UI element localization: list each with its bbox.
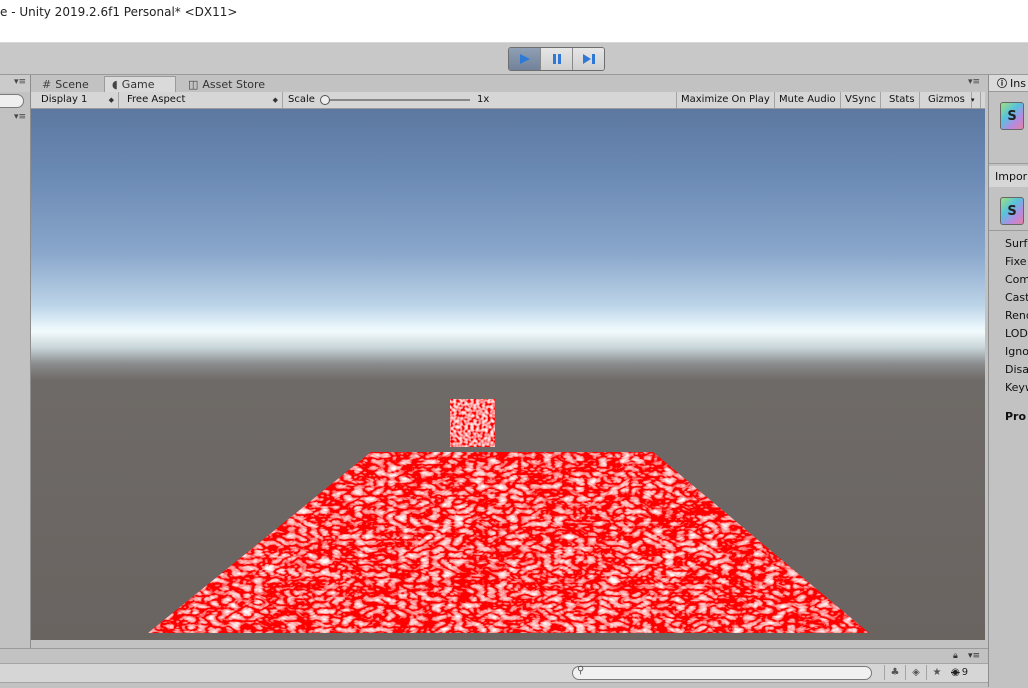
shader-letter: S [1007,108,1017,124]
dropdown-arrow-icon: ◆ [108,96,114,104]
tab-inspector-label: Ins [1010,77,1026,90]
play-icon [519,54,530,64]
shapes-icon: ♣ [890,667,900,678]
window-title: e - Unity 2019.2.6f1 Personal* <DX11> [0,5,238,19]
play-button[interactable] [509,48,541,70]
playback-controls [508,47,605,71]
game-view[interactable] [31,109,985,640]
pacman-icon: ◖ [112,78,118,91]
scale-label: Scale [288,94,315,105]
property-label: Rend [1005,309,1028,322]
info-icon: ⓘ [997,79,1007,90]
mute-audio-toggle[interactable]: Mute Audio [775,92,841,108]
favorites-button[interactable]: ★ [926,665,947,680]
hierarchy-header: ▾≡ [0,75,30,92]
property-label: Igno [1005,345,1028,358]
main-toolbar [0,43,1028,107]
properties-section-title: Pro [1005,410,1027,423]
panel-menu-icon[interactable]: ▾≡ [968,651,980,661]
gizmos-dropdown-arrow[interactable]: ▾ [969,92,981,108]
ground-plane [148,452,869,633]
pause-icon [552,54,561,64]
lock-icon[interactable]: 🔒︎ [953,651,958,661]
property-label: LOD [1005,327,1028,340]
aspect-dropdown[interactable]: Free Aspect ◆ [123,92,283,108]
property-label: Com [1005,273,1028,286]
tab-scene-label: Scene [55,77,89,91]
hidden-packages-toggle[interactable]: ◉ 9 [951,665,968,680]
property-label: Cast [1005,291,1028,304]
tab-game[interactable]: ◖ Game [104,76,176,92]
maximize-on-play-toggle[interactable]: Maximize On Play [676,92,775,108]
inspector-panel: ⓘIns S Impor S Surf Fixe Com Cast Rend L… [988,75,1028,687]
property-label: Disa [1005,363,1028,376]
panel-menu-icon[interactable]: ▾≡ [968,77,980,87]
project-search-input[interactable]: ⚲ [572,665,872,680]
project-panel: 🔒︎ ▾≡ ⚲ ♣ ◈ ★ ◉ 9 [0,648,988,688]
stats-toggle[interactable]: Stats [885,92,920,108]
aspect-label: Free Aspect [127,94,186,105]
star-icon: ★ [932,667,942,678]
tab-asset-store[interactable]: ◫ Asset Store [181,76,272,92]
game-toolbar: Display 1 ◆ Free Aspect ◆ Scale 1x Maxim… [31,92,985,109]
scale-value: 1x [477,94,490,105]
scale-slider-thumb[interactable] [320,95,330,105]
hidden-count: 9 [961,667,969,678]
tab-scene[interactable]: # Scene [35,76,96,92]
tab-game-label: Game [121,78,155,91]
imported-object-header: Impor [989,166,1028,187]
pause-button[interactable] [541,48,573,70]
step-button[interactable] [573,48,604,70]
scale-slider-track[interactable] [324,99,470,101]
tab-asset-store-label: Asset Store [202,77,266,91]
hierarchy-search-input[interactable] [0,94,24,108]
shader-icon: S [1000,197,1024,225]
display-label: Display 1 [41,94,88,105]
divider [989,230,1028,231]
property-label: Surf [1005,237,1028,250]
cube-object [450,399,495,447]
display-dropdown[interactable]: Display 1 ◆ [37,92,119,108]
divider [989,163,1028,164]
step-icon [582,54,595,64]
hierarchy-panel: ▾≡ ▾≡ [0,75,31,660]
bag-icon: ◫ [188,77,199,91]
eye-slash-icon: ◉ [951,667,960,678]
tag-icon: ◈ [912,667,920,678]
shader-letter: S [1007,203,1017,219]
game-view-footer [31,640,985,648]
property-label: Fixe [1005,255,1027,268]
panel-menu-icon[interactable]: ▾≡ [14,77,26,87]
tab-inspector[interactable]: ⓘ Ins [989,75,1028,92]
property-label: Keyw [1005,381,1028,394]
hierarchy-menu-icon[interactable]: ▾≡ [14,112,26,122]
shader-icon: S [1000,102,1024,130]
grid-icon: # [42,77,52,91]
filter-by-label-button[interactable]: ◈ [905,665,926,680]
dropdown-arrow-icon: ◆ [272,96,278,104]
filter-by-type-button[interactable]: ♣ [884,665,905,680]
gizmos-toggle[interactable]: Gizmos [924,92,972,108]
title-bar: e - Unity 2019.2.6f1 Personal* <DX11> [0,0,1028,43]
search-icon: ⚲ [577,665,585,676]
vsync-toggle[interactable]: VSync [841,92,881,108]
game-scene [148,399,869,633]
project-toolbar: ⚲ ♣ ◈ ★ ◉ 9 [0,663,988,683]
view-tabs: # Scene ◖ Game ◫ Asset Store ▾≡ [31,75,985,93]
